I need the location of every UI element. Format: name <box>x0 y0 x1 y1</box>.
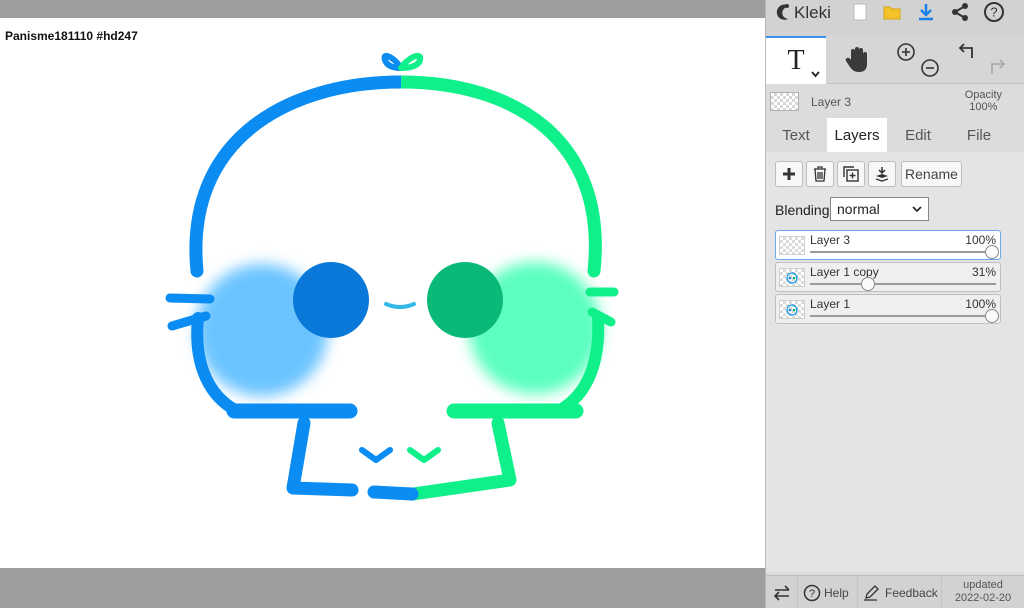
tool-row: T <box>766 36 1024 84</box>
feedback-label: Feedback <box>885 585 938 600</box>
layer-thumbnail <box>779 268 805 287</box>
layer-thumbnail-art-icon <box>786 304 798 316</box>
mouth <box>384 302 416 309</box>
layer-opacity-track <box>810 315 996 317</box>
feedback-pen-icon <box>864 584 879 601</box>
feedback-button[interactable]: Feedback <box>858 576 942 608</box>
current-layer-name: Layer 3 <box>811 95 852 109</box>
text-tool-button[interactable]: T <box>766 36 826 84</box>
chevron-down-icon[interactable] <box>811 71 820 78</box>
left-hand <box>359 447 393 463</box>
blending-value: normal <box>837 201 880 217</box>
layer-opacity: 31% <box>971 265 996 279</box>
merge-down-button[interactable] <box>868 161 896 187</box>
undo-redo <box>946 36 1024 84</box>
kleki-logo-icon[interactable] <box>772 0 794 24</box>
merge-down-icon <box>875 167 889 182</box>
right-hand <box>407 447 441 463</box>
help-label: Help <box>824 585 849 600</box>
updated-label: updated <box>963 579 1003 591</box>
sprout-right <box>398 52 424 71</box>
rename-layer-button[interactable]: Rename <box>901 161 962 187</box>
current-layer-info: Layer 3 Opacity 100% <box>766 85 1024 117</box>
share-icon[interactable] <box>948 0 972 24</box>
add-layer-button[interactable] <box>775 161 803 187</box>
duplicate-layer-icon <box>843 166 859 182</box>
zoom-in-icon[interactable] <box>896 42 916 62</box>
swap-arrows-icon <box>773 584 790 601</box>
layer-opacity-slider[interactable] <box>985 309 999 323</box>
help-circle-icon: ? <box>803 584 821 601</box>
top-bar: Kleki ? <box>766 0 1024 36</box>
feet-center <box>367 485 419 501</box>
canvas-workspace[interactable]: Panisme181110 #hd247 <box>0 0 765 608</box>
svg-text:?: ? <box>990 5 997 20</box>
head-outline-left <box>189 75 401 278</box>
delete-layer-icon <box>814 166 826 182</box>
layer-item[interactable]: Layer 1 100% <box>775 294 1001 324</box>
tab-file[interactable]: File <box>949 118 1009 152</box>
zoom-buttons <box>886 36 946 84</box>
drawing-artwork <box>165 52 619 501</box>
current-layer-opacity: Opacity 100% <box>965 89 1002 113</box>
redo-icon[interactable] <box>986 58 1006 76</box>
undo-icon[interactable] <box>958 42 978 60</box>
left-eye <box>293 262 369 338</box>
bottom-bar: ? Help Feedback updated 2022-02-20 <box>766 575 1024 608</box>
chevron-down-icon <box>912 206 922 213</box>
zoom-out-icon[interactable] <box>920 58 940 78</box>
download-icon[interactable] <box>914 0 938 24</box>
layer-opacity-track <box>810 251 996 253</box>
help-icon[interactable]: ? <box>982 0 1006 24</box>
opacity-label: Opacity <box>964 89 1002 101</box>
tab-edit[interactable]: Edit <box>888 118 948 152</box>
layers-panel: Rename Blending normal Layer 3 100% Laye… <box>766 152 1024 572</box>
delete-layer-button[interactable] <box>806 161 834 187</box>
updated-date: 2022-02-20 <box>954 592 1012 604</box>
text-tool-icon: T <box>787 45 805 76</box>
svg-text:?: ? <box>809 588 815 600</box>
updated-info: updated 2022-02-20 <box>943 579 1023 605</box>
opacity-value: 100% <box>969 101 998 113</box>
right-panel: Kleki ? T Layer 3 Opacity 100% Text Laye… <box>765 0 1024 608</box>
layer-thumbnail <box>779 300 805 319</box>
layer-item[interactable]: Layer 3 100% <box>775 230 1001 260</box>
panel-tabs: Text Layers Edit File <box>766 118 1024 152</box>
blending-select[interactable]: normal <box>830 197 929 221</box>
left-leg <box>286 416 359 497</box>
current-layer-thumbnail <box>770 92 799 111</box>
right-eye <box>427 262 503 338</box>
whisker-left-top <box>165 293 215 304</box>
help-button[interactable]: ? Help <box>798 576 858 608</box>
app-name: Kleki <box>794 3 831 22</box>
swap-side-button[interactable] <box>766 576 798 608</box>
sprout-left <box>381 52 404 71</box>
duplicate-layer-button[interactable] <box>837 161 865 187</box>
add-layer-icon <box>783 168 795 180</box>
new-document-icon[interactable] <box>850 0 870 24</box>
layer-name: Layer 3 <box>810 233 851 247</box>
layer-opacity-slider[interactable] <box>985 245 999 259</box>
hand-tool-icon[interactable] <box>826 36 886 84</box>
tab-layers[interactable]: Layers <box>827 118 887 152</box>
tab-text[interactable]: Text <box>766 118 826 152</box>
blending-label: Blending <box>775 202 830 218</box>
open-file-icon[interactable] <box>880 0 904 24</box>
head-outline-right <box>401 75 602 278</box>
layer-item[interactable]: Layer 1 copy 31% <box>775 262 1001 292</box>
layer-opacity-slider[interactable] <box>860 277 875 291</box>
layer-thumbnail-art-icon <box>786 272 798 284</box>
drawing-canvas[interactable]: Panisme181110 #hd247 <box>0 18 765 568</box>
layer-thumbnail <box>779 236 805 255</box>
layer-name: Layer 1 <box>810 297 851 311</box>
layer-opacity-track <box>810 283 996 285</box>
